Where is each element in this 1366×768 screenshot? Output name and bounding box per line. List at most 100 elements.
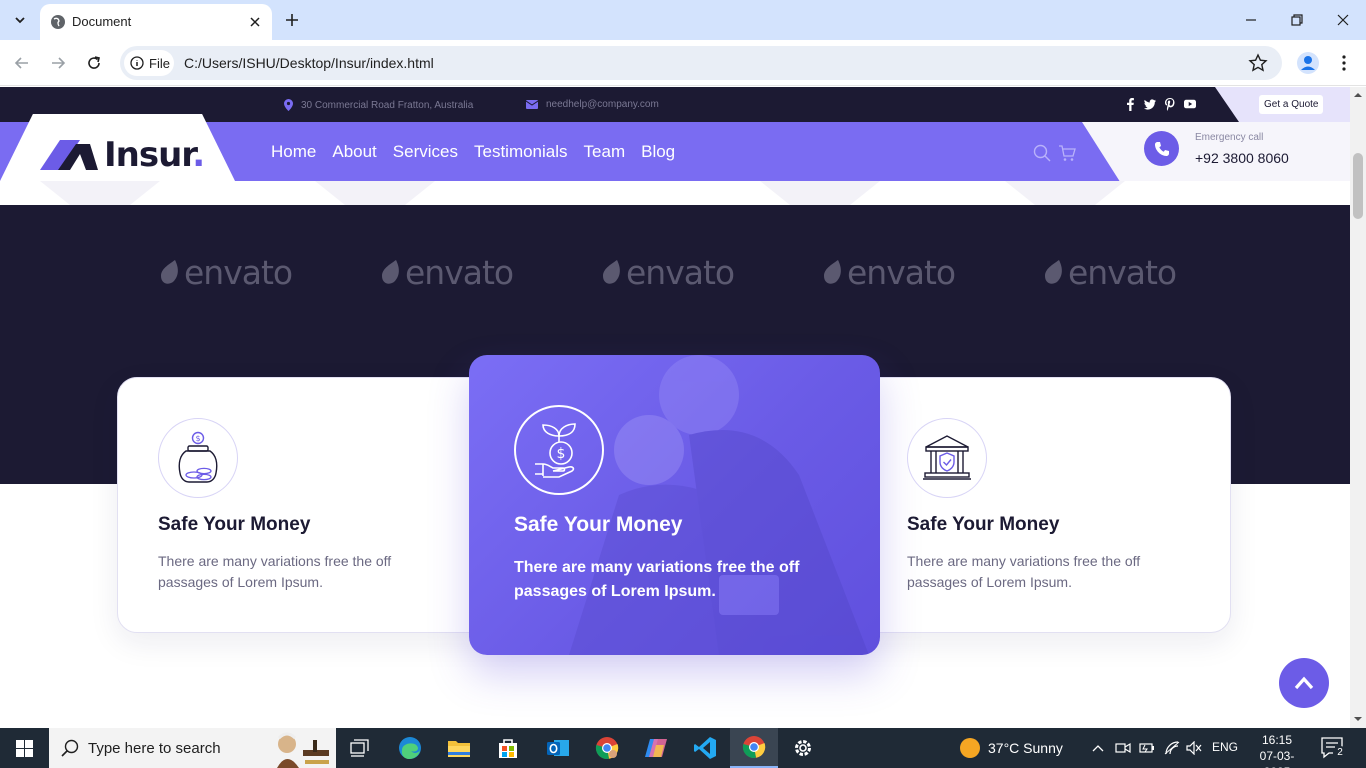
menu-item-services[interactable]: Services [393, 142, 458, 162]
scroll-to-top-button[interactable] [1279, 658, 1329, 708]
brand-logo: envato [823, 253, 956, 292]
menu-item-home[interactable]: Home [271, 142, 316, 162]
menu-item-blog[interactable]: Blog [641, 142, 675, 162]
taskbar-app-chrome-profile[interactable] [583, 728, 631, 768]
taskbar-app-copilot[interactable] [632, 728, 680, 768]
windows-taskbar: Type here to search 37°C Sunny ENG 16:15… [0, 728, 1366, 768]
browser-tab[interactable]: Document [40, 4, 272, 40]
taskbar-search-placeholder: Type here to search [88, 740, 221, 757]
email-info[interactable]: needhelp@company.com [526, 99, 659, 110]
battery-button[interactable] [1137, 728, 1157, 768]
taskbar-app-outlook[interactable] [534, 728, 582, 768]
tab-search-button[interactable] [7, 7, 33, 33]
taskbar-app-chrome[interactable] [730, 728, 778, 768]
clock-time: 16:15 [1261, 733, 1293, 747]
address-info: 30 Commercial Road Fratton, Australia [284, 99, 473, 111]
scroll-up-arrow-icon[interactable] [1354, 91, 1362, 99]
youtube-icon[interactable] [1184, 97, 1196, 111]
brand-name: envato [847, 253, 956, 292]
envato-leaf-icon [161, 259, 178, 284]
money-growth-icon: $ [514, 405, 604, 495]
taskbar-app-store[interactable] [484, 728, 532, 768]
reload-icon [88, 56, 100, 69]
chrome-icon [595, 737, 619, 760]
start-button[interactable] [0, 728, 48, 768]
page-scrollbar[interactable] [1350, 87, 1366, 728]
envato-leaf-icon [1045, 259, 1062, 284]
feature-title: Safe Your Money [907, 514, 1060, 535]
weather-text: 37°C Sunny [988, 740, 1063, 756]
brand-name: envato [184, 253, 293, 292]
feature-text: There are many variations free the off p… [514, 559, 800, 600]
menu-item-testimonials[interactable]: Testimonials [474, 142, 568, 162]
weather-widget[interactable]: 37°C Sunny [960, 728, 1063, 768]
emergency-label: Emergency call [1195, 132, 1264, 143]
minimize-icon [1246, 19, 1256, 21]
browser-menu-button[interactable] [1334, 51, 1354, 75]
input-language[interactable]: ENG [1212, 740, 1238, 754]
chrome-icon [742, 736, 766, 759]
logo-mark-icon [40, 140, 98, 170]
tab-title: Document [72, 14, 132, 29]
twitter-icon[interactable] [1144, 97, 1156, 111]
pinterest-icon[interactable] [1164, 97, 1176, 111]
menu-item-about[interactable]: About [332, 142, 376, 162]
bank-shield-icon [907, 418, 987, 498]
emergency-number[interactable]: +92 3800 8060 [1195, 150, 1289, 166]
cart-icon[interactable] [1058, 144, 1076, 162]
money-jar-icon: $ [158, 418, 238, 498]
scrollbar-thumb[interactable] [1353, 153, 1363, 219]
chevron-down-icon [15, 17, 25, 24]
outlook-icon [547, 740, 569, 756]
logo-text: Insur. [104, 135, 205, 175]
scroll-down-arrow-icon[interactable] [1354, 715, 1362, 723]
restore-icon [1291, 14, 1303, 26]
email-text[interactable]: needhelp@company.com [546, 99, 659, 110]
search-icon[interactable] [1033, 144, 1051, 162]
close-window-button[interactable] [1320, 0, 1366, 40]
envelope-icon [526, 100, 538, 109]
address-bar[interactable]: File C:/Users/ISHU/Desktop/Insur/index.h… [120, 46, 1282, 80]
taskbar-app-file-explorer[interactable] [435, 728, 483, 768]
facebook-icon[interactable] [1124, 97, 1136, 111]
show-hidden-icons-button[interactable] [1089, 728, 1107, 768]
bookmark-star-icon[interactable] [1248, 53, 1268, 73]
get-a-quote-button[interactable]: Get a Quote [1259, 95, 1324, 114]
menu-item-team[interactable]: Team [584, 142, 626, 162]
brand-name: envato [1068, 253, 1177, 292]
browser-toolbar: File C:/Users/ISHU/Desktop/Insur/index.h… [0, 40, 1366, 86]
new-tab-button[interactable] [282, 8, 302, 32]
social-links [1124, 97, 1196, 111]
taskbar-app-settings[interactable] [779, 728, 827, 768]
taskbar-app-vscode[interactable] [681, 728, 729, 768]
forward-button[interactable] [45, 50, 71, 76]
url-text[interactable]: C:/Users/ISHU/Desktop/Insur/index.html [184, 55, 434, 71]
back-button[interactable] [9, 50, 35, 76]
volume-button[interactable] [1184, 728, 1204, 768]
plus-icon [286, 14, 298, 26]
store-icon [499, 739, 517, 758]
meet-now-button[interactable] [1113, 728, 1133, 768]
chevron-up-icon [1092, 745, 1104, 752]
taskbar-clock[interactable]: 16:15 07-03-2025 [1249, 732, 1305, 768]
tab-close-button[interactable] [246, 13, 264, 31]
brand-logo: envato [1044, 253, 1177, 292]
close-icon [250, 17, 260, 27]
search-highlight-illustration [277, 732, 329, 768]
minimize-button[interactable] [1228, 0, 1274, 40]
reload-button[interactable] [81, 50, 107, 76]
taskbar-search-box[interactable]: Type here to search [49, 728, 336, 768]
feature-text: There are many variations free the off p… [158, 553, 392, 590]
profile-icon[interactable] [1296, 51, 1320, 75]
chevron-up-icon [1294, 676, 1314, 690]
task-view-button[interactable] [336, 728, 384, 768]
brand-logo: envato [160, 253, 293, 292]
site-info-chip[interactable]: File [124, 50, 174, 76]
header-shadow-strip [0, 181, 1350, 205]
network-button[interactable] [1161, 728, 1183, 768]
main-menu: Home About Services Testimonials Team Bl… [271, 142, 675, 162]
restore-button[interactable] [1274, 0, 1320, 40]
site-logo[interactable]: Insur. [40, 135, 205, 175]
taskbar-app-edge[interactable] [386, 728, 434, 768]
phone-button[interactable] [1144, 131, 1179, 166]
